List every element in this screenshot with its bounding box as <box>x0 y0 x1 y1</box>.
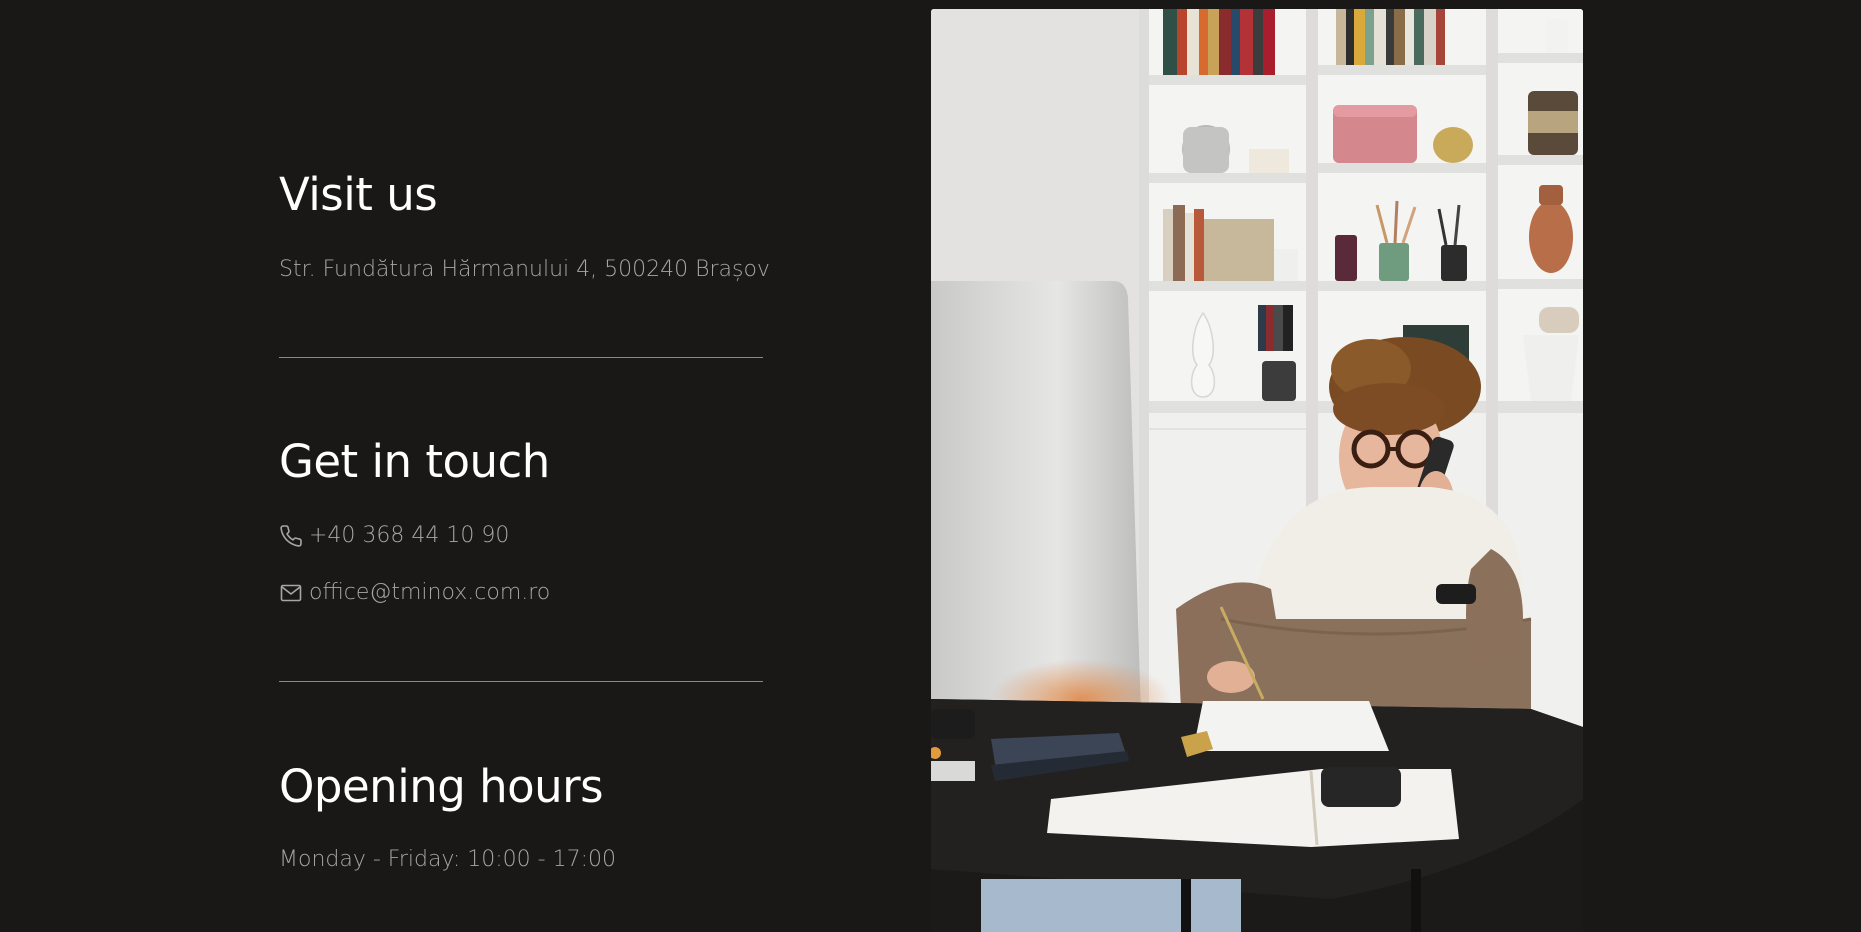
contact-section: Visit us Str. Fundătura Hărmanului 4, 50… <box>0 0 1861 932</box>
mail-icon <box>279 581 303 605</box>
get-in-touch-heading: Get in touch <box>279 435 550 488</box>
opening-hours-heading: Opening hours <box>279 760 604 813</box>
address-text: Str. Fundătura Hărmanului 4, 500240 Braș… <box>279 257 770 282</box>
phone-link[interactable]: +40 368 44 10 90 <box>279 524 509 548</box>
section-divider <box>279 357 763 358</box>
opening-hours-text: Monday - Friday: 10:00 - 17:00 <box>279 847 616 872</box>
email-link[interactable]: office@tminox.com.ro <box>279 581 550 605</box>
section-divider <box>279 681 763 682</box>
office-photo <box>931 9 1583 932</box>
phone-number: +40 368 44 10 90 <box>309 523 510 548</box>
email-address: office@tminox.com.ro <box>309 580 551 605</box>
phone-icon <box>279 524 303 548</box>
visit-us-heading: Visit us <box>279 168 438 221</box>
